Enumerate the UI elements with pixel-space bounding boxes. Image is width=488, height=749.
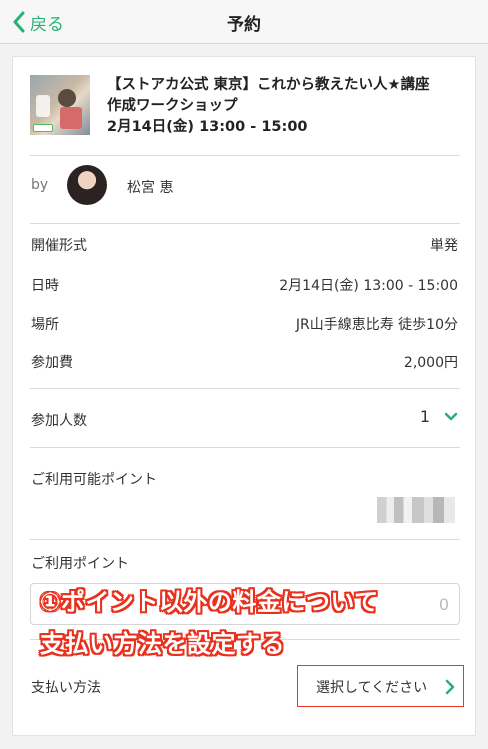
payment-method-select[interactable]: 選択してください xyxy=(297,665,464,707)
page-title: 予約 xyxy=(227,15,261,35)
participants-select[interactable]: 1 xyxy=(420,407,458,426)
event-datetime: 2月14日(金) 13:00 - 15:00 xyxy=(107,119,308,135)
host-avatar[interactable] xyxy=(67,165,107,205)
payment-label: 支払い方法 xyxy=(31,680,101,696)
by-label: by xyxy=(31,177,49,193)
divider xyxy=(30,447,460,448)
event-thumbnail[interactable] xyxy=(30,75,90,135)
navigation-bar: 戻る 予約 xyxy=(0,0,488,44)
divider xyxy=(30,155,460,156)
event-title-line1: 【ストアカ公式 東京】これから教えたい人★講座 xyxy=(107,77,430,93)
annotation-line2: 支払い方法を設定する xyxy=(40,630,285,658)
divider xyxy=(30,388,460,389)
participants-value: 1 xyxy=(419,407,430,426)
place-label: 場所 xyxy=(31,317,59,333)
fee-value: 2,000円 xyxy=(403,355,458,371)
date-label: 日時 xyxy=(31,278,59,294)
divider xyxy=(30,223,460,224)
host-name[interactable]: 松宮 恵 xyxy=(127,177,173,197)
divider xyxy=(30,539,460,540)
chevron-right-icon xyxy=(445,679,455,695)
participants-label: 参加人数 xyxy=(31,413,87,429)
event-title-line2: 作成ワークショップ xyxy=(107,98,238,114)
format-value: 単発 xyxy=(430,238,458,254)
format-label: 開催形式 xyxy=(31,238,87,254)
event-title[interactable]: 【ストアカ公式 東京】これから教えたい人★講座 作成ワークショップ 2月14日(… xyxy=(107,75,457,138)
annotation-line1: ①ポイント以外の料金について xyxy=(40,588,379,616)
place-value: JR山手線恵比寿 徒歩10分 xyxy=(295,317,458,333)
payment-select-label: 選択してください xyxy=(316,680,428,696)
chevron-down-icon xyxy=(444,412,458,420)
available-points-label: ご利用可能ポイント xyxy=(31,472,157,488)
points-input-placeholder: 0 xyxy=(438,595,449,614)
use-points-label: ご利用ポイント xyxy=(31,556,129,572)
fee-label: 参加費 xyxy=(31,355,73,371)
date-value: 2月14日(金) 13:00 - 15:00 xyxy=(279,278,458,294)
available-points-value-blurred xyxy=(377,497,455,523)
